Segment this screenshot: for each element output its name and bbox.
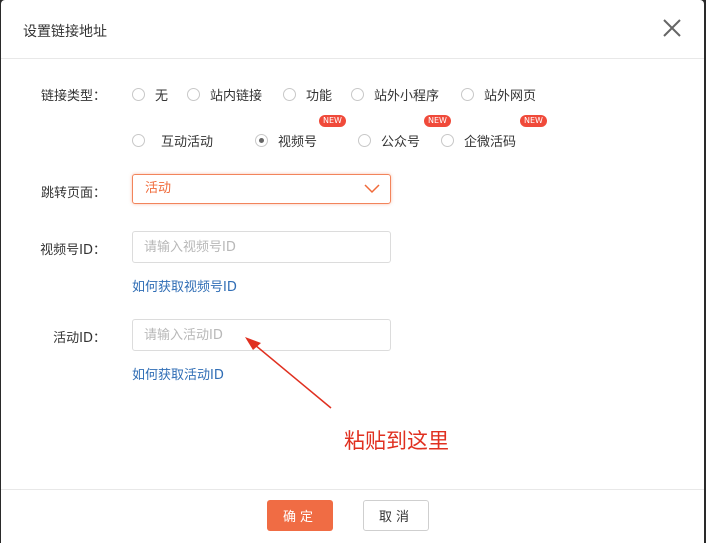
jump-page-value: 活动 (145, 181, 172, 196)
radio-circle (283, 88, 296, 101)
activity-id-label: 活动ID： (53, 331, 106, 346)
radio-label: 功能 (306, 89, 333, 104)
radio-official-account[interactable]: 公众号 (358, 131, 420, 150)
channel-id-label: 视频号ID： (40, 243, 106, 258)
radio-label: 站外网页 (484, 89, 537, 104)
radio-label: 无 (155, 89, 169, 104)
footer-divider (1, 489, 704, 490)
link-settings-dialog: 设置链接地址 链接类型： 无 站内链接 功能 站外小程序 站外网页 互动活动 视… (1, 0, 704, 543)
radio-interactive-activity[interactable]: 互动活动 (132, 131, 213, 150)
radio-label: 互动活动 (161, 135, 214, 150)
radio-circle (358, 134, 371, 147)
radio-label: 站外小程序 (374, 89, 440, 104)
close-icon[interactable] (661, 17, 683, 39)
radio-function[interactable]: 功能 (283, 85, 332, 104)
radio-circle (461, 88, 474, 101)
radio-label: 视频号 (278, 135, 318, 150)
new-badge: NEW (424, 115, 451, 127)
radio-circle-checked (255, 134, 268, 147)
radio-circle (187, 88, 200, 101)
radio-channels[interactable]: 视频号 (255, 131, 317, 150)
radio-internal-link[interactable]: 站内链接 (187, 85, 262, 104)
radio-circle (132, 134, 145, 147)
annotation-text: 粘贴到这里 (344, 429, 449, 453)
cancel-button[interactable]: 取消 (363, 500, 429, 531)
radio-external-webpage[interactable]: 站外网页 (461, 85, 536, 104)
activity-id-help-link[interactable]: 如何获取活动ID (132, 364, 224, 383)
chevron-down-icon (364, 184, 380, 194)
channel-id-input[interactable] (132, 231, 391, 263)
channel-id-help-link[interactable]: 如何获取视频号ID (132, 276, 237, 295)
dialog-title: 设置链接地址 (23, 24, 107, 40)
confirm-button[interactable]: 确定 (267, 500, 333, 531)
jump-page-label: 跳转页面： (40, 186, 106, 201)
radio-wecom-qrcode[interactable]: 企微活码 (441, 131, 516, 150)
radio-external-miniprogram[interactable]: 站外小程序 (351, 85, 439, 104)
radio-circle (441, 134, 454, 147)
jump-page-select[interactable]: 活动 (132, 174, 391, 204)
header-divider (1, 58, 704, 59)
new-badge: NEW (520, 115, 547, 127)
radio-label: 企微活码 (464, 135, 517, 150)
annotation-arrow-icon (245, 337, 332, 409)
radio-circle (351, 88, 364, 101)
radio-circle (132, 88, 145, 101)
radio-none[interactable]: 无 (132, 85, 168, 104)
radio-label: 站内链接 (210, 89, 263, 104)
link-type-label: 链接类型： (40, 89, 106, 104)
radio-label: 公众号 (381, 135, 421, 150)
new-badge: NEW (319, 115, 346, 127)
